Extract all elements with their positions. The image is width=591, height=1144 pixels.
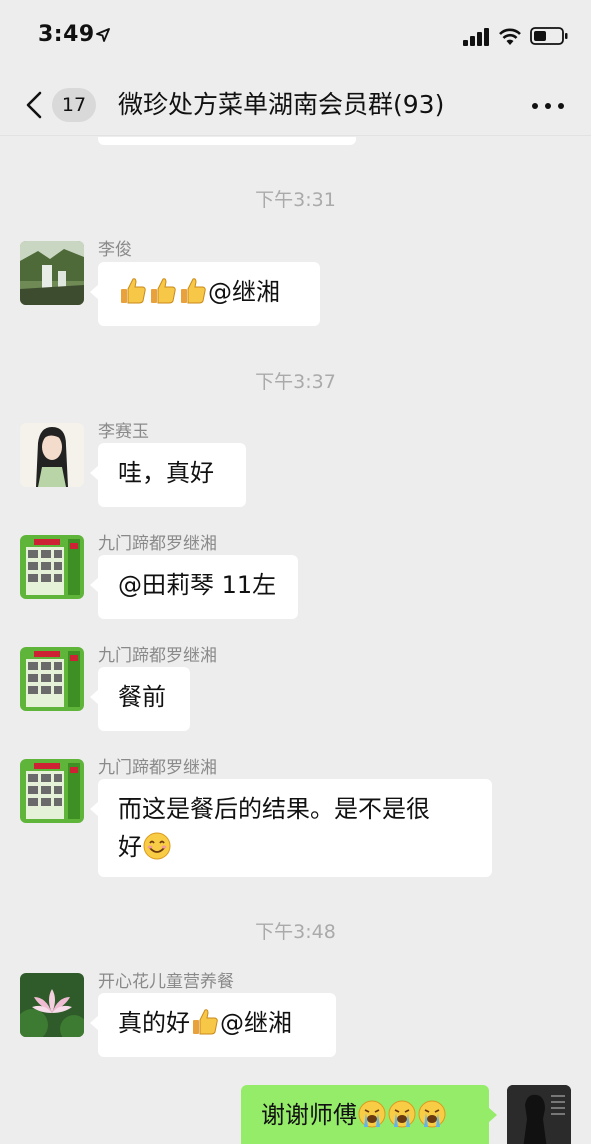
sender-name: 九门蹄都罗继湘	[98, 758, 217, 778]
crying-face-icon	[418, 1100, 446, 1128]
sender-name: 李赛玉	[98, 422, 149, 442]
message-bubble[interactable]: 餐前	[90, 667, 190, 731]
smiling-face-icon	[143, 832, 171, 860]
avatar-green-menu[interactable]	[20, 535, 84, 599]
thumbs-up-icon	[121, 278, 146, 304]
back-button[interactable]: 17	[20, 86, 100, 124]
sender-name: 开心花儿童营养餐	[98, 972, 234, 992]
thumbs-up-icon	[181, 278, 206, 304]
message-text-line: 好	[118, 833, 142, 861]
message-bubble[interactable]: 哇，真好	[90, 443, 246, 507]
sender-name: 九门蹄都罗继湘	[98, 534, 217, 554]
more-options-icon[interactable]	[528, 94, 568, 118]
crying-face-icon	[358, 1100, 386, 1128]
message-text: @继湘	[220, 1009, 292, 1037]
battery-icon	[530, 27, 568, 45]
thumbs-up-icon	[151, 278, 176, 304]
message-text: 哇，真好	[118, 459, 214, 487]
message-text: 真的好	[118, 1009, 190, 1037]
message-bubble-outgoing[interactable]: 谢谢师傅	[241, 1085, 497, 1144]
cellular-signal-icon	[463, 28, 489, 46]
avatar-self[interactable]	[507, 1085, 571, 1144]
chat-header: 17 微珍处方菜单湖南会员群(93)	[0, 72, 591, 136]
chevron-left-icon	[26, 91, 42, 119]
timestamp: 下午3:37	[255, 371, 336, 393]
avatar-green-menu[interactable]	[20, 759, 84, 823]
timestamp: 下午3:31	[255, 189, 336, 211]
message-bubble[interactable]: @田莉琴 11左	[90, 555, 298, 619]
avatar-illustrated-woman[interactable]	[20, 423, 84, 487]
thumbs-up-icon	[193, 1009, 218, 1035]
message-bubble[interactable]: 真的好 @继湘	[90, 993, 336, 1057]
status-bar: 3:49	[0, 0, 591, 72]
avatar-green-menu[interactable]	[20, 647, 84, 711]
sender-name: 李俊	[98, 240, 132, 260]
crying-face-icon	[388, 1100, 416, 1128]
avatar-lotus-flower[interactable]	[20, 973, 84, 1037]
location-arrow-icon	[96, 28, 110, 42]
message-text: @继湘	[208, 278, 280, 306]
sender-name: 九门蹄都罗继湘	[98, 646, 217, 666]
previous-message-bubble	[98, 137, 356, 145]
message-text: 谢谢师傅	[261, 1101, 357, 1129]
message-text-line: 而这是餐后的结果。是不是很	[118, 795, 430, 823]
message-bubble[interactable]: 而这是餐后的结果。是不是很 好	[90, 779, 492, 877]
wifi-icon	[499, 28, 521, 45]
status-time: 3:49	[38, 22, 95, 47]
unread-count-badge: 17	[52, 88, 96, 122]
message-text: @田莉琴 11左	[118, 571, 277, 599]
message-list[interactable]: 下午3:31 李俊 @继湘 下午3:37 李赛玉 哇，真好 九门蹄都罗继湘 @田…	[0, 137, 591, 1144]
message-bubble[interactable]: @继湘	[90, 262, 320, 326]
avatar-waterfall[interactable]	[20, 241, 84, 305]
chat-title: 微珍处方菜单湖南会员群(93)	[118, 90, 445, 119]
message-text: 餐前	[118, 683, 166, 711]
timestamp: 下午3:48	[255, 921, 336, 943]
